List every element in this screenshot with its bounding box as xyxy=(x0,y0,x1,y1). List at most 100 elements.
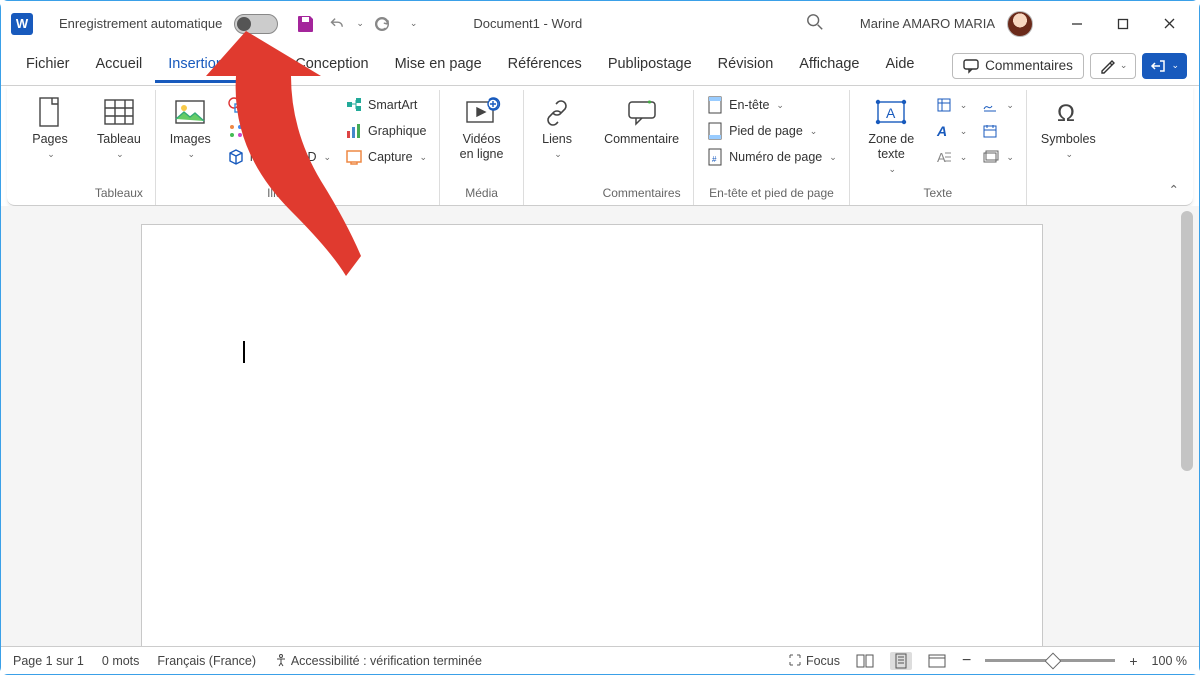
tab-affichage[interactable]: Affichage xyxy=(786,48,872,83)
link-icon xyxy=(540,96,574,130)
wordart-button[interactable]: A⌄ xyxy=(931,120,972,142)
group-texte: A Zone de texte⌄ ⌄ A⌄ A⌄ ⌄ ⌄ Texte xyxy=(850,90,1027,205)
document-page[interactable] xyxy=(141,224,1043,646)
icones-button[interactable]: Icônes xyxy=(223,120,335,142)
page-icon xyxy=(33,96,67,130)
view-read-icon[interactable] xyxy=(854,652,876,670)
share-button[interactable]: ⌄ xyxy=(1142,53,1187,79)
scrollbar-thumb[interactable] xyxy=(1181,211,1193,471)
quickparts-button[interactable]: ⌄ xyxy=(931,94,972,116)
group-liens: Liens⌄ xyxy=(524,90,590,205)
footer-icon xyxy=(706,122,724,140)
status-language[interactable]: Français (France) xyxy=(157,654,256,668)
document-title: Document1 - Word xyxy=(473,16,582,31)
comments-button[interactable]: Commentaires xyxy=(952,53,1084,79)
videos-button[interactable]: Vidéos en ligne xyxy=(448,94,515,164)
close-button[interactable] xyxy=(1149,9,1189,39)
status-focus[interactable]: Focus xyxy=(788,653,840,668)
symboles-button[interactable]: Ω Symboles⌄ xyxy=(1035,94,1102,162)
date-icon xyxy=(981,122,999,140)
status-bar: Page 1 sur 1 0 mots Français (France) Ac… xyxy=(1,646,1199,674)
zone-texte-button[interactable]: A Zone de texte⌄ xyxy=(858,94,925,177)
liens-button[interactable]: Liens⌄ xyxy=(532,94,582,162)
pagenumber-icon: # xyxy=(706,148,724,166)
search-icon[interactable] xyxy=(806,13,824,34)
entete-button[interactable]: En-tête⌄ xyxy=(702,94,841,116)
zoom-in-button[interactable]: + xyxy=(1129,653,1137,669)
group-media-label: Média xyxy=(465,183,498,205)
minimize-button[interactable] xyxy=(1057,9,1097,39)
shapes-icon xyxy=(227,96,245,114)
graphique-button[interactable]: Graphique xyxy=(341,120,431,142)
tableau-button[interactable]: Tableau⌄ xyxy=(91,94,147,162)
word-app-icon: W xyxy=(11,13,33,35)
icons-icon xyxy=(227,122,245,140)
view-print-icon[interactable] xyxy=(890,652,912,670)
tab-mise-en-page[interactable]: Mise en page xyxy=(382,48,495,83)
autosave-toggle[interactable] xyxy=(234,14,278,34)
capture-button[interactable]: Capture⌄ xyxy=(341,146,431,168)
redo-button[interactable] xyxy=(370,12,394,36)
status-accessibility[interactable]: Accessibilité : vérification terminée xyxy=(274,653,482,668)
tab-references[interactable]: Références xyxy=(495,48,595,83)
comments-label: Commentaires xyxy=(985,58,1073,73)
tab-insertion[interactable]: Insertion xyxy=(155,48,237,83)
collapse-ribbon-button[interactable]: ⌃ xyxy=(1169,182,1179,197)
tab-conception[interactable]: Conception xyxy=(282,48,381,83)
status-page[interactable]: Page 1 sur 1 xyxy=(13,654,84,668)
document-area xyxy=(1,206,1199,646)
screenshot-icon xyxy=(345,148,363,166)
user-avatar[interactable] xyxy=(1007,11,1033,37)
svg-text:A: A xyxy=(886,105,896,121)
tab-accueil[interactable]: Accueil xyxy=(83,48,156,83)
save-button[interactable] xyxy=(294,12,318,36)
picture-icon xyxy=(173,96,207,130)
pied-button[interactable]: Pied de page⌄ xyxy=(702,120,841,142)
svg-text:A: A xyxy=(936,123,947,139)
maximize-button[interactable] xyxy=(1103,9,1143,39)
svg-text:#: # xyxy=(712,155,717,164)
modeles3d-button[interactable]: Modèles 3D⌄ xyxy=(223,146,335,168)
group-illustrations-label: Illustrations xyxy=(267,183,328,205)
images-button[interactable]: Images⌄ xyxy=(164,94,217,162)
svg-text:A: A xyxy=(937,150,946,165)
editing-mode-button[interactable]: ⌄ xyxy=(1090,53,1137,79)
chart-icon xyxy=(345,122,363,140)
numero-button[interactable]: #Numéro de page⌄ xyxy=(702,146,841,168)
datetime-button[interactable] xyxy=(977,120,1018,142)
view-web-icon[interactable] xyxy=(926,652,948,670)
group-pages: Pages⌄ xyxy=(17,90,83,205)
cube-icon xyxy=(227,148,245,166)
textbox-icon: A xyxy=(874,96,908,130)
dropcap-icon: A xyxy=(935,148,953,166)
tab-fichier[interactable]: Fichier xyxy=(13,48,83,83)
group-symboles: Ω Symboles⌄ xyxy=(1027,90,1110,205)
video-icon xyxy=(465,96,499,130)
tab-revision[interactable]: Révision xyxy=(705,48,787,83)
zoom-out-button[interactable]: − xyxy=(962,652,971,670)
group-texte-label: Texte xyxy=(923,183,952,205)
signature-icon xyxy=(981,96,999,114)
zoom-slider[interactable] xyxy=(985,659,1115,662)
tab-aide[interactable]: Aide xyxy=(872,48,927,83)
pages-button[interactable]: Pages⌄ xyxy=(25,94,75,162)
group-commentaires-label: Commentaires xyxy=(603,183,681,205)
qat-customize[interactable]: ⌄ xyxy=(410,18,418,29)
vertical-scrollbar[interactable] xyxy=(1181,211,1195,642)
formes-button[interactable] xyxy=(223,94,335,116)
omega-icon: Ω xyxy=(1051,96,1085,130)
commentaire-button[interactable]: Commentaire xyxy=(598,94,685,149)
dropcap-button[interactable]: A⌄ xyxy=(931,146,972,168)
smartart-icon xyxy=(345,96,363,114)
object-button[interactable]: ⌄ xyxy=(977,146,1018,168)
undo-dropdown[interactable]: ⌄ xyxy=(356,18,364,29)
comment-icon xyxy=(625,96,659,130)
group-entete: En-tête⌄ Pied de page⌄ #Numéro de page⌄ … xyxy=(694,90,850,205)
group-tableaux-label: Tableaux xyxy=(95,183,143,205)
undo-button[interactable] xyxy=(324,12,348,36)
zoom-percent[interactable]: 100 % xyxy=(1152,654,1187,668)
tab-publipostage[interactable]: Publipostage xyxy=(595,48,705,83)
signature-button[interactable]: ⌄ xyxy=(977,94,1018,116)
status-words[interactable]: 0 mots xyxy=(102,654,140,668)
smartart-button[interactable]: SmartArt xyxy=(341,94,431,116)
